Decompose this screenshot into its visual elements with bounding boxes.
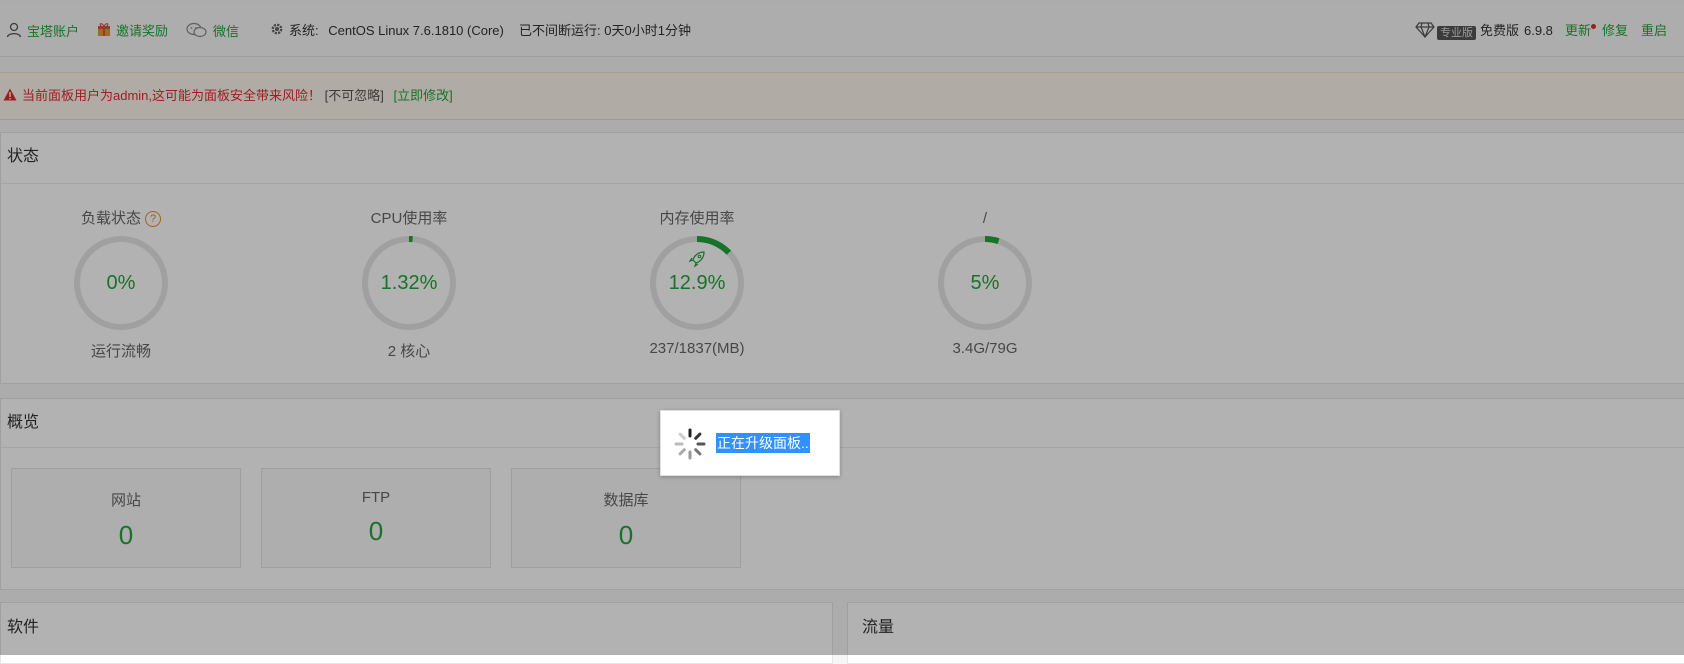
modal-overlay xyxy=(0,0,1684,655)
loading-dialog: 正在升级面板.. xyxy=(660,410,840,476)
spinner-icon xyxy=(673,427,707,466)
loading-text: 正在升级面板.. xyxy=(716,433,810,453)
